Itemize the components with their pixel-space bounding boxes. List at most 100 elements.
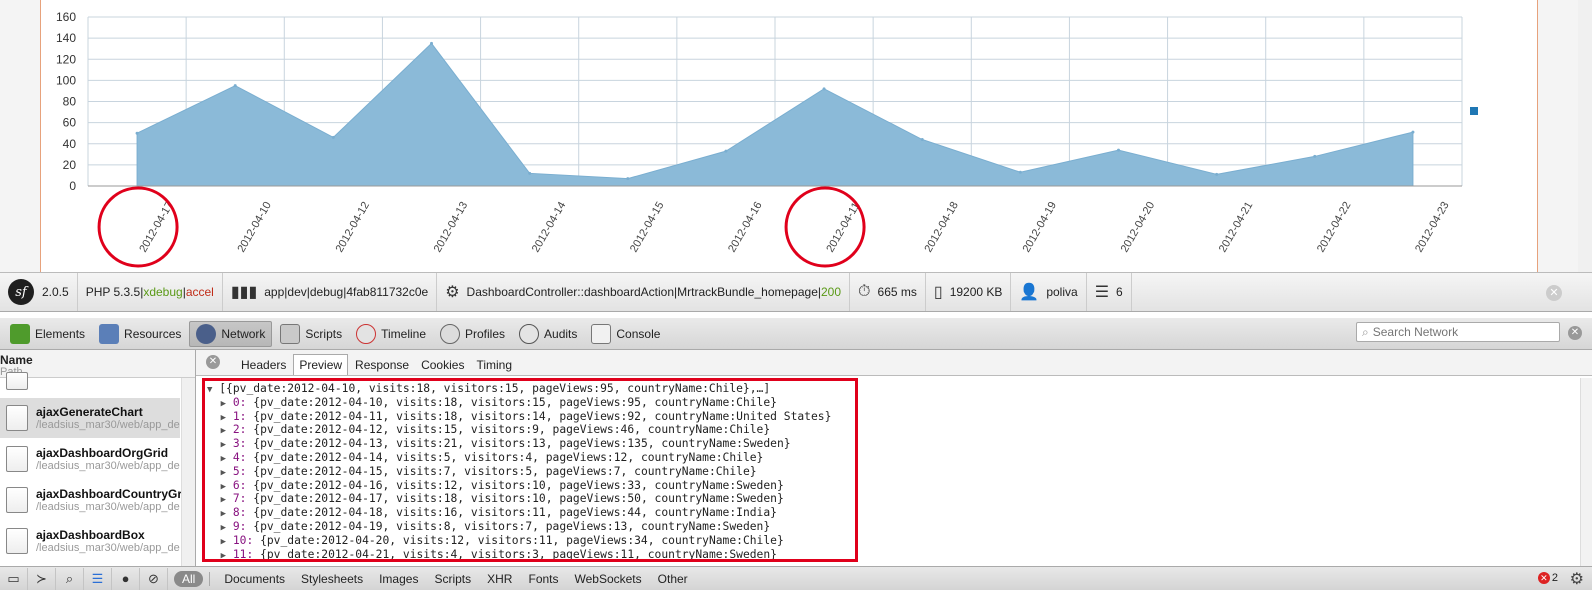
expand-triangle-icon[interactable]: ▶: [221, 537, 226, 547]
sf-time-block[interactable]: ⏱ 665 ms: [850, 273, 926, 311]
filter-websockets[interactable]: WebSockets: [567, 572, 650, 586]
tab-timing[interactable]: Timing: [471, 355, 517, 375]
x-tick-label: 2012-04-21: [1217, 200, 1256, 255]
search-network-field[interactable]: ⌕: [1356, 322, 1560, 342]
expand-triangle-icon[interactable]: ▶: [221, 495, 226, 505]
expand-triangle-icon[interactable]: ▶: [221, 551, 226, 559]
y-tick-label: 160: [56, 10, 76, 24]
sf-request-block[interactable]: ⚙ DashboardController::dashboardAction|M…: [437, 273, 851, 311]
tab-response[interactable]: Response: [350, 355, 414, 375]
tab-headers[interactable]: Headers: [236, 355, 291, 375]
request-path: /leadsius_mar30/web/app_de: [36, 460, 180, 472]
json-row[interactable]: ▶ 2: {pv_date:2012-04-12, visits:15, vis…: [207, 423, 855, 437]
sf-user-block[interactable]: 👤 poliva: [1011, 273, 1087, 311]
tab-profiles[interactable]: Profiles: [434, 321, 511, 347]
sf-version-block[interactable]: sf 2.0.5: [0, 273, 78, 311]
json-row[interactable]: ▶ 6: {pv_date:2012-04-16, visits:12, vis…: [207, 479, 855, 493]
expand-triangle-icon[interactable]: ▶: [221, 523, 226, 533]
dock-icon: ▭: [7, 570, 20, 586]
request-name: ajaxGenerateChart: [36, 405, 143, 419]
json-row[interactable]: ▶ 0: {pv_date:2012-04-10, visits:18, vis…: [207, 396, 855, 410]
x-tick-label: 2012-04-20: [1119, 200, 1158, 255]
expand-triangle-icon[interactable]: ▶: [221, 426, 226, 436]
tab-network[interactable]: Network: [189, 320, 273, 347]
expand-triangle-icon[interactable]: ▶: [221, 454, 226, 464]
list-item[interactable]: ajaxDashboardOrgGrid /leadsius_mar30/web…: [0, 439, 180, 479]
sf-close-icon[interactable]: ✕: [1546, 285, 1562, 301]
list-item[interactable]: ajaxDashboardBox /leadsius_mar30/web/app…: [0, 521, 180, 561]
data-point: [233, 84, 237, 88]
json-row[interactable]: ▶ 3: {pv_date:2012-04-13, visits:21, vis…: [207, 437, 855, 451]
request-name: ajaxDashboardCountryGric: [36, 487, 193, 501]
tab-timeline[interactable]: Timeline: [350, 321, 432, 347]
sf-env-block[interactable]: ▮▮▮ app|dev|debug|4fab811732c0e: [223, 273, 438, 311]
clear-button[interactable]: ⊘: [140, 567, 168, 590]
expand-triangle-icon[interactable]: ▶: [221, 440, 226, 450]
tab-preview[interactable]: Preview: [293, 354, 349, 375]
list-item-partial[interactable]: [0, 372, 180, 396]
filter-scripts[interactable]: Scripts: [426, 572, 479, 586]
json-row[interactable]: ▶ 10: {pv_date:2012-04-20, visits:12, vi…: [207, 534, 855, 548]
json-row[interactable]: ▶ 5: {pv_date:2012-04-15, visits:7, visi…: [207, 465, 855, 479]
devtools-toolbar: Elements Resources Network Scripts Timel…: [0, 318, 1592, 350]
json-preview: ▼ [{pv_date:2012-04-10, visits:18, visit…: [202, 378, 858, 562]
json-value: {pv_date:2012-04-15, visits:7, visitors:…: [253, 464, 757, 478]
filter-all[interactable]: All: [174, 570, 204, 587]
console-toggle-button[interactable]: ≻: [28, 567, 56, 590]
x-tick-label: 2012-04-17: [137, 200, 176, 255]
record-button[interactable]: ●: [112, 567, 140, 590]
list-item[interactable]: ajaxGenerateChart /leadsius_mar30/web/ap…: [0, 398, 180, 438]
json-row[interactable]: ▶ 8: {pv_date:2012-04-18, visits:16, vis…: [207, 506, 855, 520]
sf-memory-block[interactable]: ▯ 19200 KB: [926, 273, 1012, 311]
preview-scrollbar[interactable]: [1580, 378, 1592, 566]
tab-cookies[interactable]: Cookies: [416, 355, 469, 375]
close-preview-icon[interactable]: ✕: [206, 355, 220, 369]
tab-scripts[interactable]: Scripts: [274, 321, 348, 347]
settings-gear-icon[interactable]: ⚙: [1570, 569, 1584, 589]
json-value: {pv_date:2012-04-11, visits:18, visitors…: [253, 409, 832, 423]
json-row[interactable]: ▶ 9: {pv_date:2012-04-19, visits:8, visi…: [207, 520, 855, 534]
tab-elements[interactable]: Elements: [4, 321, 91, 347]
tab-audits[interactable]: Audits: [513, 321, 583, 347]
expand-triangle-icon[interactable]: ▶: [221, 482, 226, 492]
y-tick-label: 80: [63, 95, 77, 109]
search-network-input[interactable]: [1372, 325, 1553, 339]
dock-button[interactable]: ▭: [0, 567, 28, 590]
filter-documents[interactable]: Documents: [216, 572, 293, 586]
close-devtools-icon[interactable]: ✕: [1568, 326, 1582, 340]
expand-triangle-icon[interactable]: ▶: [221, 413, 226, 423]
filter-stylesheets[interactable]: Stylesheets: [293, 572, 371, 586]
filter-fonts[interactable]: Fonts: [520, 572, 566, 586]
x-tick-label: 2012-04-13: [432, 200, 471, 255]
expand-triangle-icon[interactable]: ▼: [207, 385, 212, 395]
request-list-scrollbar[interactable]: [181, 378, 195, 566]
expand-triangle-icon[interactable]: ▶: [221, 509, 226, 519]
user-icon: 👤: [1019, 284, 1040, 301]
json-row[interactable]: ▶ 1: {pv_date:2012-04-11, visits:18, vis…: [207, 410, 855, 424]
json-row[interactable]: ▶ 4: {pv_date:2012-04-14, visits:5, visi…: [207, 451, 855, 465]
expand-triangle-icon[interactable]: ▶: [221, 468, 226, 478]
tab-console[interactable]: Console: [585, 321, 666, 347]
sf-controller: DashboardController::dashboardAction|Mrt…: [466, 285, 821, 299]
record-icon: ●: [121, 571, 130, 586]
search-icon: ⌕: [1362, 324, 1369, 339]
json-row[interactable]: ▶ 7: {pv_date:2012-04-17, visits:18, vis…: [207, 492, 855, 506]
large-rows-button[interactable]: ☰: [84, 567, 112, 590]
inspect-button[interactable]: ⌕: [56, 567, 84, 590]
file-icon: [6, 528, 28, 554]
filter-images[interactable]: Images: [371, 572, 426, 586]
column-name-header[interactable]: Name: [0, 354, 195, 366]
x-tick-label: 2012-04-12: [334, 200, 373, 255]
filter-other[interactable]: Other: [650, 572, 696, 586]
json-row[interactable]: ▶ 11: {pv_date:2012-04-21, visits:4, vis…: [207, 548, 855, 559]
sf-db-block[interactable]: ☰ 6: [1087, 273, 1132, 311]
tab-label: Profiles: [465, 326, 506, 341]
list-item[interactable]: ajaxDashboardCountryGric /leadsius_mar30…: [0, 480, 192, 520]
json-root-line[interactable]: ▼ [{pv_date:2012-04-10, visits:18, visit…: [207, 382, 855, 396]
sf-php-block[interactable]: PHP 5.3.5 | xdebug | accel: [78, 273, 223, 311]
filter-xhr[interactable]: XHR: [479, 572, 520, 586]
expand-triangle-icon[interactable]: ▶: [221, 399, 226, 409]
tab-resources[interactable]: Resources: [93, 321, 187, 347]
error-count-badge[interactable]: ✕ 2: [1537, 572, 1558, 584]
network-icon: [196, 323, 217, 344]
